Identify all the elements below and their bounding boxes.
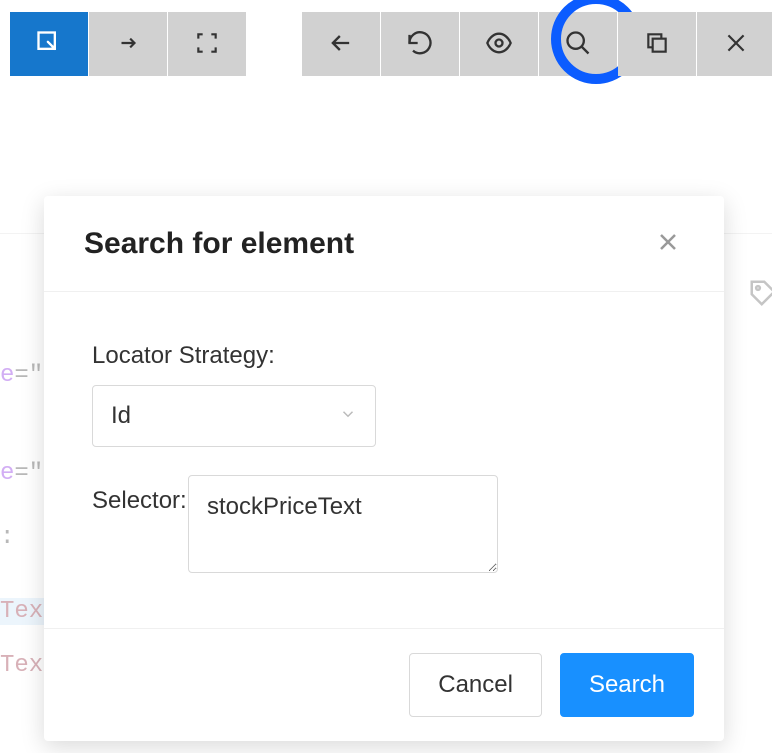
modal-title: Search for element (84, 227, 354, 261)
arrow-left-icon (327, 29, 355, 60)
locator-strategy-row: Locator Strategy: (92, 337, 676, 375)
modal-footer: Cancel Search (44, 628, 724, 741)
cancel-button[interactable]: Cancel (409, 653, 542, 717)
swipe-button[interactable] (89, 12, 167, 76)
back-button[interactable] (302, 12, 380, 76)
selector-input[interactable]: stockPriceText (188, 475, 498, 573)
toolbar (0, 0, 772, 98)
eye-icon (485, 29, 513, 60)
search-element-modal: Search for element Locator Strategy: Id … (44, 196, 724, 741)
modal-body: Locator Strategy: Id Selector: stockPric… (44, 292, 724, 628)
refresh-button[interactable] (381, 12, 459, 76)
close-toolbar-button[interactable] (697, 12, 772, 76)
visibility-button[interactable] (460, 12, 538, 76)
close-icon (656, 230, 680, 257)
search-submit-button[interactable]: Search (560, 653, 694, 717)
toolbar-group-left (10, 12, 246, 76)
fullscreen-icon (194, 30, 220, 59)
modal-close-button[interactable] (652, 226, 684, 261)
locator-strategy-select[interactable]: Id (92, 385, 376, 447)
refresh-icon (406, 29, 434, 60)
search-button[interactable] (539, 12, 617, 76)
selector-label: Selector: (92, 475, 188, 527)
copy-icon (644, 30, 670, 59)
modal-header: Search for element (44, 196, 724, 292)
locator-strategy-label: Locator Strategy: (92, 337, 287, 375)
chevron-down-icon (339, 402, 357, 430)
toolbar-group-right (302, 12, 772, 76)
search-icon (564, 29, 592, 60)
select-element-button[interactable] (10, 12, 88, 76)
arrow-right-icon (115, 30, 141, 59)
fullscreen-button[interactable] (168, 12, 246, 76)
locator-strategy-value: Id (111, 402, 131, 430)
select-element-icon (35, 29, 63, 60)
x-icon (723, 30, 749, 59)
copy-button[interactable] (618, 12, 696, 76)
